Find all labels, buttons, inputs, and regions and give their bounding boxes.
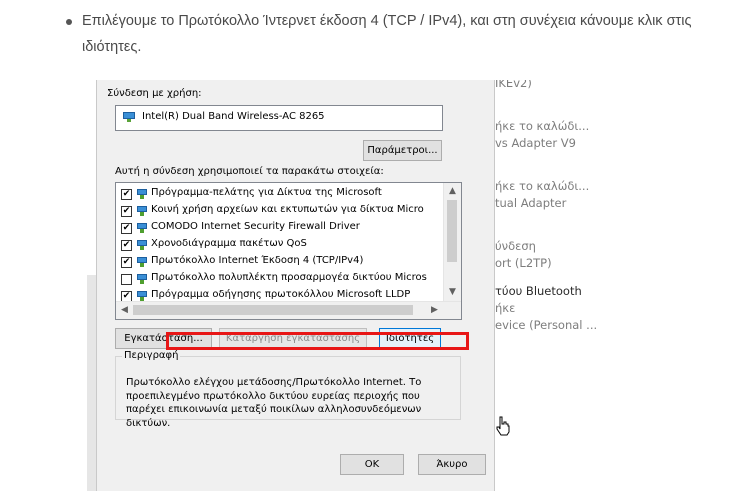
network-service-icon (135, 206, 149, 217)
bg-connection-item: IKEv2) (495, 80, 532, 90)
component-label: Πρόγραμμα οδήγησης πρωτοκόλλου Microsoft… (151, 289, 411, 300)
bg-connection-name: τύου Bluetooth (495, 284, 582, 298)
bg-connection-device: ort (L2TP) (495, 256, 552, 270)
network-service-icon (135, 240, 149, 251)
adapter-name: Intel(R) Dual Band Wireless-AC 8265 (142, 111, 325, 122)
scroll-down-icon[interactable]: ▼ (444, 284, 461, 301)
component-label: COMODO Internet Security Firewall Driver (151, 221, 360, 232)
component-checkbox[interactable] (121, 274, 132, 285)
component-checkbox[interactable]: ✔ (121, 206, 132, 217)
description-group: Περιγραφή Πρωτόκολλο ελέγχου μετάδοσης/Π… (115, 350, 461, 429)
description-text: Πρωτόκολλο ελέγχου μετάδοσης/Πρωτόκολλο … (126, 377, 422, 429)
hand-cursor-icon (496, 416, 510, 436)
connect-using-label: Σύνδεση με χρήση: (107, 88, 202, 99)
bg-connection-item: ύνδεση (495, 239, 536, 253)
adapter-box: Intel(R) Dual Band Wireless-AC 8265 (115, 105, 443, 131)
configure-button[interactable]: Παράμετροι... (363, 140, 442, 161)
network-client-icon (135, 189, 149, 200)
network-service-icon (135, 223, 149, 234)
horizontal-scroll-thumb[interactable] (133, 305, 413, 315)
bg-connection-status: ήκε το καλώδι... (495, 119, 590, 133)
component-item[interactable]: ✔ COMODO Internet Security Firewall Driv… (116, 220, 442, 237)
cancel-button[interactable]: Άκυρο (418, 454, 486, 475)
background-window-edge (87, 275, 96, 491)
list-bullet (66, 19, 72, 25)
bg-connection-device: vs Adapter V9 (495, 136, 576, 150)
screenshot: IKEv2) ήκε το καλώδι... vs Adapter V9 ήκ… (75, 80, 605, 491)
instruction-text: Επιλέγουμε το Πρωτόκολλο Ίντερνετ έκδοση… (82, 13, 692, 55)
bg-connection-status: ήκε το καλώδι... (495, 179, 590, 193)
component-checkbox[interactable]: ✔ (121, 189, 132, 200)
wifi-properties-dialog: Σύνδεση με χρήση: Intel(R) Dual Band Wir… (96, 80, 495, 491)
component-checkbox[interactable]: ✔ (121, 257, 132, 268)
vertical-scroll-thumb[interactable] (447, 200, 457, 262)
bg-connection-device: tual Adapter (495, 196, 567, 210)
component-item[interactable]: ✔ Χρονοδιάγραμμα πακέτων QoS (116, 237, 442, 254)
component-label: Κοινή χρήση αρχείων και εκτυπωτών για δί… (151, 204, 424, 215)
component-item[interactable]: ✔ Πρόγραμμα-πελάτης για Δίκτυα της Micro… (116, 186, 442, 203)
component-label: Πρωτόκολλο πολυπλέκτη προσαρμογέα δικτύο… (151, 272, 427, 283)
component-item[interactable]: Πρωτόκολλο πολυπλέκτη προσαρμογέα δικτύο… (116, 271, 442, 288)
component-checkbox[interactable]: ✔ (121, 223, 132, 234)
bg-connection-status: ήκε (495, 301, 516, 315)
description-legend: Περιγραφή (122, 350, 181, 361)
component-label: Πρόγραμμα-πελάτης για Δίκτυα της Microso… (151, 187, 382, 198)
scroll-up-icon[interactable]: ▲ (444, 183, 461, 200)
ok-button[interactable]: OK (340, 454, 404, 475)
horizontal-scrollbar[interactable]: ◀ ▶ (116, 301, 461, 319)
bg-connection-device: evice (Personal ... (495, 318, 598, 332)
component-label: Πρωτόκολλο Internet Έκδοση 4 (TCP/IPv4) (151, 255, 364, 266)
items-label: Αυτή η σύνδεση χρησιμοποιεί τα παρακάτω … (115, 166, 384, 177)
scroll-right-icon[interactable]: ▶ (426, 302, 443, 319)
scroll-left-icon[interactable]: ◀ (116, 302, 133, 319)
ipv4-highlight-box (166, 332, 469, 350)
network-adapter-icon (122, 112, 136, 123)
components-list[interactable]: ✔ Πρόγραμμα-πελάτης για Δίκτυα της Micro… (115, 182, 462, 320)
component-item[interactable]: ✔ Κοινή χρήση αρχείων και εκτυπωτών για … (116, 203, 442, 220)
component-checkbox[interactable]: ✔ (121, 240, 132, 251)
component-item-ipv4[interactable]: ✔ Πρωτόκολλο Internet Έκδοση 4 (TCP/IPv4… (116, 254, 442, 271)
vertical-scrollbar[interactable]: ▲ ▼ (443, 183, 461, 301)
network-protocol-icon (135, 257, 149, 268)
component-label: Χρονοδιάγραμμα πακέτων QoS (151, 238, 307, 249)
network-protocol-icon (135, 274, 149, 285)
